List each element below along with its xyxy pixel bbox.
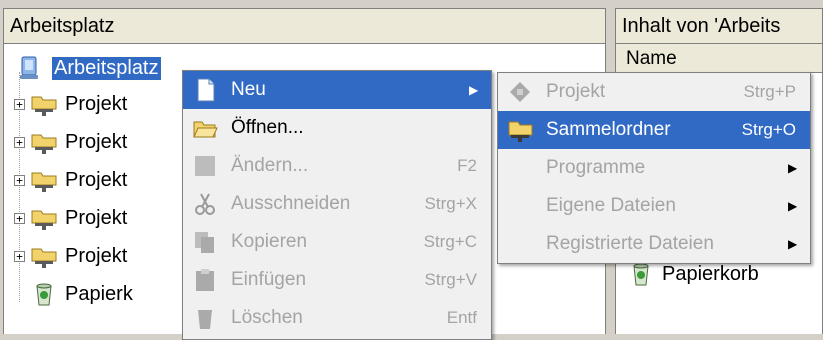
tree-item-projekt-5[interactable]: + Projekt	[14, 238, 127, 274]
menu-item-label: Löschen	[231, 307, 303, 328]
recycle-bin-icon	[36, 283, 52, 306]
submenu-item-eigene-dateien[interactable]: Eigene Dateien ▶	[498, 187, 810, 225]
expand-icon[interactable]: +	[14, 98, 25, 110]
open-folder-icon	[193, 121, 218, 138]
delete-icon	[198, 310, 212, 329]
menu-item-label: Kopieren	[231, 231, 308, 252]
tree-item-projekt-3[interactable]: + Projekt	[14, 162, 127, 198]
tree-item-projekt-1[interactable]: + Projekt	[14, 86, 127, 122]
context-menu: Neu ▶ Öffnen... Ändern... F2 Ausschneide…	[182, 70, 492, 340]
menu-item-ausschneiden[interactable]: Ausschneiden Strg+X	[183, 185, 491, 223]
tree-item-label: Projekt	[65, 92, 128, 115]
submenu-arrow-icon: ▶	[788, 199, 798, 213]
menu-item-label: Öffnen...	[231, 117, 304, 138]
submenu-item-registrierte-dateien[interactable]: Registrierte Dateien ▶	[498, 225, 810, 263]
submenu-arrow-icon: ▶	[788, 161, 798, 175]
menu-item-loeschen[interactable]: Löschen Entf	[183, 299, 491, 337]
menu-item-shortcut: Strg+C	[423, 232, 477, 251]
new-submenu: Projekt Strg+P Sammelordner Strg+O Progr…	[497, 72, 811, 264]
network-folder-icon	[31, 96, 57, 116]
menu-item-shortcut: Strg+P	[743, 82, 796, 101]
project-icon	[510, 82, 530, 102]
left-pane-title: Arbeitsplatz	[3, 8, 606, 44]
network-folder-icon	[31, 172, 57, 192]
copy-icon	[195, 232, 214, 253]
right-pane-title: Inhalt von 'Arbeits	[615, 8, 823, 44]
menu-item-shortcut: Strg+V	[424, 270, 477, 289]
network-folder-icon	[31, 210, 57, 230]
expand-icon[interactable]: +	[14, 250, 25, 262]
new-document-icon	[197, 78, 215, 102]
menu-item-label: Ausschneiden	[231, 193, 351, 214]
menu-item-label: Neu	[231, 79, 266, 100]
recycle-bin-icon	[633, 263, 649, 286]
tree-item-projekt-4[interactable]: + Projekt	[14, 200, 127, 236]
menu-item-shortcut: Entf	[446, 308, 477, 327]
menu-item-neu[interactable]: Neu ▶	[183, 71, 491, 109]
menu-item-shortcut: Strg+O	[741, 120, 796, 139]
menu-item-einfuegen[interactable]: Einfügen Strg+V	[183, 261, 491, 299]
scissors-icon	[195, 193, 215, 215]
menu-item-aendern[interactable]: Ändern... F2	[183, 147, 491, 185]
tree-item-papierkorb[interactable]: Papierk	[14, 276, 133, 312]
menu-item-label: Projekt	[546, 81, 606, 102]
submenu-item-sammelordner[interactable]: Sammelordner Strg+O	[498, 111, 810, 149]
computer-icon	[20, 56, 38, 79]
menu-item-shortcut: Strg+X	[424, 194, 477, 213]
network-folder-icon	[31, 248, 57, 268]
submenu-arrow-icon: ▶	[788, 237, 798, 251]
left-pane-title-text: Arbeitsplatz	[10, 15, 115, 37]
tree-item-label: Projekt	[65, 244, 128, 267]
menu-item-label: Registrierte Dateien	[546, 233, 714, 254]
right-pane-title-text: Inhalt von 'Arbeits	[622, 15, 781, 37]
tree-item-label: Projekt	[65, 206, 128, 229]
edit-icon	[195, 156, 215, 176]
tree-item-label: Papierk	[65, 282, 133, 305]
network-folder-icon	[31, 134, 57, 154]
submenu-item-programme[interactable]: Programme ▶	[498, 149, 810, 187]
tree-item-arbeitsplatz[interactable]: Arbeitsplatz	[16, 50, 162, 86]
submenu-arrow-icon: ▶	[469, 83, 479, 97]
expand-icon[interactable]: +	[14, 212, 25, 224]
menu-item-label: Eigene Dateien	[546, 195, 676, 216]
tree-item-projekt-2[interactable]: + Projekt	[14, 124, 127, 160]
menu-item-label: Ändern...	[231, 155, 309, 176]
list-item-label: Papierkorb	[662, 262, 759, 285]
tree-item-label: Projekt	[65, 168, 128, 191]
submenu-item-projekt[interactable]: Projekt Strg+P	[498, 73, 810, 111]
network-folder-icon	[508, 121, 533, 142]
tree-item-label: Projekt	[65, 130, 128, 153]
menu-item-label: Sammelordner	[546, 119, 671, 140]
tree-item-label: Arbeitsplatz	[51, 55, 162, 81]
menu-item-kopieren[interactable]: Kopieren Strg+C	[183, 223, 491, 261]
paste-icon	[196, 269, 214, 291]
menu-item-label: Einfügen	[231, 269, 307, 290]
column-header-label: Name	[626, 48, 677, 69]
column-header-name[interactable]: Name	[616, 44, 822, 73]
expand-icon[interactable]: +	[14, 174, 25, 186]
menu-item-oeffnen[interactable]: Öffnen...	[183, 109, 491, 147]
expand-icon[interactable]: +	[14, 136, 25, 148]
menu-item-label: Programme	[546, 157, 646, 178]
menu-item-shortcut: F2	[457, 156, 477, 175]
